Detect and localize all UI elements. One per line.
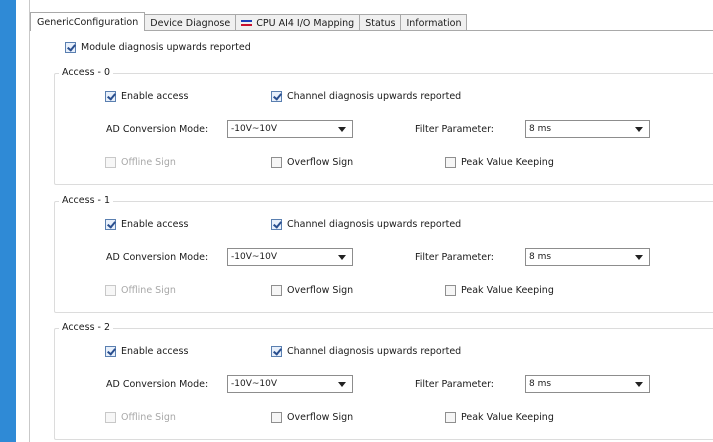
ad-conversion-mode-label: AD Conversion Mode: [106, 252, 209, 263]
peak-value-keeping-checkbox[interactable] [445, 285, 456, 296]
chevron-down-icon [338, 382, 346, 387]
module-diagnosis-option[interactable]: Module diagnosis upwards reported [65, 42, 251, 53]
peak-value-keeping-option[interactable]: Peak Value Keeping [445, 285, 554, 296]
overflow-sign-option[interactable]: Overflow Sign [271, 285, 353, 296]
channel-diagnosis-checkbox[interactable] [271, 91, 282, 102]
filter-parameter-select[interactable]: 8 ms [525, 375, 650, 393]
group-title: Access - 0 [59, 67, 114, 78]
offline-sign-checkbox[interactable] [105, 412, 116, 423]
offline-sign-label: Offline Sign [121, 412, 176, 423]
enable-access-checkbox[interactable] [105, 91, 116, 102]
filter-parameter-select[interactable]: 8 ms [525, 248, 650, 266]
enable-access-option[interactable]: Enable access [105, 91, 188, 102]
enable-access-label: Enable access [121, 346, 189, 357]
channel-diagnosis-checkbox[interactable] [271, 219, 282, 230]
peak-value-keeping-label: Peak Value Keeping [461, 412, 554, 423]
ad-conversion-mode-label: AD Conversion Mode: [106, 379, 209, 390]
offline-sign-checkbox[interactable] [105, 285, 116, 296]
overflow-sign-checkbox[interactable] [271, 157, 282, 168]
filter-parameter-label: Filter Parameter: [415, 252, 495, 263]
chevron-down-icon [635, 382, 643, 387]
tab-label: GenericConfiguration [37, 16, 139, 28]
group-title: Access - 2 [59, 322, 114, 333]
tab-label: Device Diagnose [150, 17, 231, 29]
ad-conversion-mode-select[interactable]: -10V~10V [227, 120, 353, 138]
tab-label: CPU AI4 I/O Mapping [256, 17, 355, 29]
module-diagnosis-label: Module diagnosis upwards reported [81, 42, 251, 53]
enable-access-option[interactable]: Enable access [105, 219, 188, 230]
enable-access-label: Enable access [121, 219, 189, 230]
group-title: Access - 1 [59, 195, 114, 206]
channel-diagnosis-option[interactable]: Channel diagnosis upwards reported [271, 219, 461, 230]
ad-conversion-mode-value: -10V~10V [231, 252, 278, 262]
enable-access-label: Enable access [121, 91, 189, 102]
ad-conversion-mode-label: AD Conversion Mode: [106, 124, 209, 135]
tab-cpu-io-mapping[interactable]: CPU AI4 I/O Mapping [235, 14, 361, 31]
ad-conversion-mode-value: -10V~10V [231, 124, 278, 134]
overflow-sign-label: Overflow Sign [287, 412, 354, 423]
peak-value-keeping-option[interactable]: Peak Value Keeping [445, 157, 554, 168]
filter-parameter-value: 8 ms [529, 124, 552, 134]
offline-sign-label: Offline Sign [121, 157, 176, 168]
filter-parameter-value: 8 ms [529, 252, 552, 262]
chevron-down-icon [635, 127, 643, 132]
access-0-group: Access - 0 Enable access Channel diagnos… [54, 67, 713, 185]
peak-value-keeping-checkbox[interactable] [445, 412, 456, 423]
ad-conversion-mode-value: -10V~10V [231, 379, 278, 389]
filter-parameter-label: Filter Parameter: [415, 379, 495, 390]
enable-access-checkbox[interactable] [105, 219, 116, 230]
enable-access-checkbox[interactable] [105, 346, 116, 357]
enable-access-option[interactable]: Enable access [105, 346, 188, 357]
overflow-sign-label: Overflow Sign [287, 157, 354, 168]
peak-value-keeping-checkbox[interactable] [445, 157, 456, 168]
offline-sign-label: Offline Sign [121, 285, 176, 296]
overflow-sign-option[interactable]: Overflow Sign [271, 412, 353, 423]
filter-parameter-value: 8 ms [529, 379, 552, 389]
channel-diagnosis-label: Channel diagnosis upwards reported [287, 219, 462, 230]
offline-sign-checkbox[interactable] [105, 157, 116, 168]
overflow-sign-label: Overflow Sign [287, 285, 354, 296]
module-diagnosis-checkbox[interactable] [65, 42, 76, 53]
tab-bar: GenericConfiguration Device Diagnose CPU… [30, 12, 468, 31]
channel-diagnosis-option[interactable]: Channel diagnosis upwards reported [271, 91, 461, 102]
filter-parameter-select[interactable]: 8 ms [525, 120, 650, 138]
peak-value-keeping-label: Peak Value Keeping [461, 285, 554, 296]
tab-information[interactable]: Information [400, 14, 468, 31]
channel-diagnosis-label: Channel diagnosis upwards reported [287, 346, 462, 357]
io-mapping-icon [241, 19, 253, 27]
access-2-group: Access - 2 Enable access Channel diagnos… [54, 322, 713, 440]
generic-configuration-panel: Module diagnosis upwards reported Access… [30, 30, 713, 442]
ad-conversion-mode-select[interactable]: -10V~10V [227, 248, 353, 266]
offline-sign-option[interactable]: Offline Sign [105, 157, 176, 168]
tab-label: Status [365, 17, 396, 29]
channel-diagnosis-option[interactable]: Channel diagnosis upwards reported [271, 346, 461, 357]
tab-device-diagnose[interactable]: Device Diagnose [144, 14, 237, 31]
window-left-accent [0, 0, 16, 442]
access-1-group: Access - 1 Enable access Channel diagnos… [54, 195, 713, 313]
overflow-sign-checkbox[interactable] [271, 412, 282, 423]
tab-status[interactable]: Status [359, 14, 402, 31]
chevron-down-icon [338, 255, 346, 260]
chevron-down-icon [338, 127, 346, 132]
channel-diagnosis-label: Channel diagnosis upwards reported [287, 91, 462, 102]
peak-value-keeping-label: Peak Value Keeping [461, 157, 554, 168]
ad-conversion-mode-select[interactable]: -10V~10V [227, 375, 353, 393]
tab-label: Information [406, 17, 462, 29]
offline-sign-option[interactable]: Offline Sign [105, 412, 176, 423]
channel-diagnosis-checkbox[interactable] [271, 346, 282, 357]
chevron-down-icon [635, 255, 643, 260]
peak-value-keeping-option[interactable]: Peak Value Keeping [445, 412, 554, 423]
overflow-sign-checkbox[interactable] [271, 285, 282, 296]
overflow-sign-option[interactable]: Overflow Sign [271, 157, 353, 168]
offline-sign-option[interactable]: Offline Sign [105, 285, 176, 296]
window-gutter [16, 0, 30, 442]
filter-parameter-label: Filter Parameter: [415, 124, 495, 135]
tab-generic-configuration[interactable]: GenericConfiguration [30, 12, 146, 31]
